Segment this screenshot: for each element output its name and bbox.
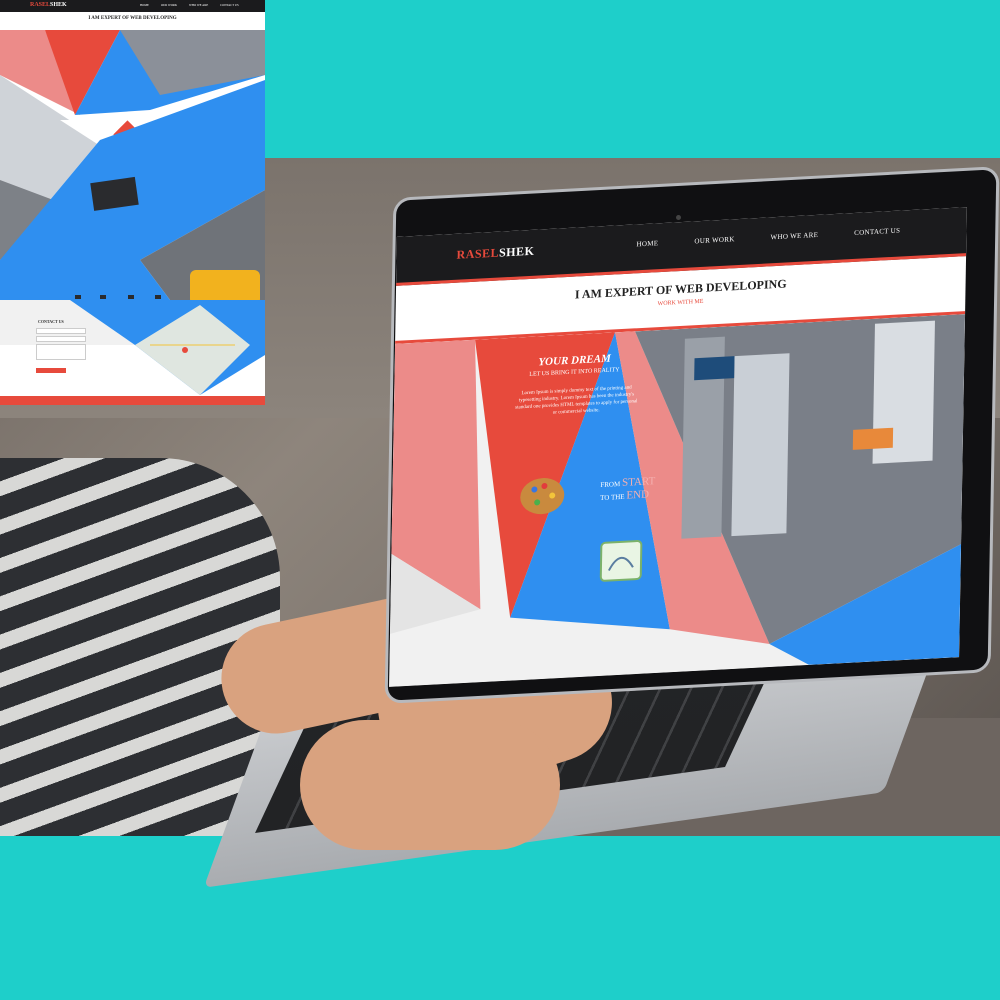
mockup-message-field: [36, 344, 86, 360]
laptop-screen: RASELSHEK HOME OUR WORK WHO WE ARE CONTA…: [389, 207, 967, 687]
mockup-navbar: RASELSHEK HOME OUR WORK WHO WE ARE CONTA…: [0, 0, 265, 12]
nav-home[interactable]: HOME: [637, 239, 659, 248]
mockup-name-field: [36, 328, 86, 334]
teal-bottom-band: [0, 836, 1000, 1000]
site-menu: HOME OUR WORK WHO WE ARE CONTACT US: [637, 227, 901, 249]
mockup-send-button: [36, 368, 66, 373]
mockup-nav-our-work: OUR WORK: [160, 3, 178, 7]
building-2: [731, 353, 790, 537]
mockup-logo-part1: RASEL: [30, 2, 51, 8]
end-emph: END: [626, 488, 650, 502]
from-start-label: FROM START TO THE END: [600, 475, 655, 504]
mockup-nav-home: HOME: [140, 3, 149, 7]
nav-our-work[interactable]: OUR WORK: [694, 235, 734, 245]
mockup-footer: [0, 396, 265, 405]
mockup-nav-who-we-are: WHO WE ARE: [189, 3, 209, 7]
logo-part1: RASEL: [456, 245, 500, 262]
mockup-contact-heading: CONTACT US: [38, 319, 64, 324]
mockup-title: I AM EXPERT OF WEB DEVELOPING: [88, 16, 177, 21]
drawing-tool-icon: [599, 540, 643, 582]
sign-orange: [852, 427, 894, 450]
mockup-logo: RASELSHEK: [30, 2, 67, 8]
hero-artwork: [389, 314, 966, 687]
mockup-menu: HOME OUR WORK WHO WE ARE CONTACT US: [140, 3, 239, 7]
from-prefix: FROM: [600, 479, 621, 490]
site-logo[interactable]: RASELSHEK: [456, 244, 534, 263]
mockup-nav-contact-us: CONTACT US: [220, 3, 239, 7]
nav-who-we-are[interactable]: WHO WE ARE: [771, 231, 819, 241]
mockup-email-field: [36, 336, 86, 342]
promo-composite: RASELSHEK HOME OUR WORK WHO WE ARE CONTA…: [0, 0, 1000, 1000]
start-emph: START: [621, 475, 656, 489]
billboard: [694, 356, 735, 381]
to-the-prefix: TO THE: [600, 492, 625, 503]
webcam-icon: [676, 215, 681, 220]
mockup-logo-part2: SHEK: [50, 2, 67, 8]
nav-contact-us[interactable]: CONTACT US: [854, 227, 900, 237]
full-page-mockup: RASELSHEK HOME OUR WORK WHO WE ARE CONTA…: [0, 0, 265, 405]
forearm: [300, 720, 560, 850]
logo-part2: SHEK: [498, 243, 535, 260]
